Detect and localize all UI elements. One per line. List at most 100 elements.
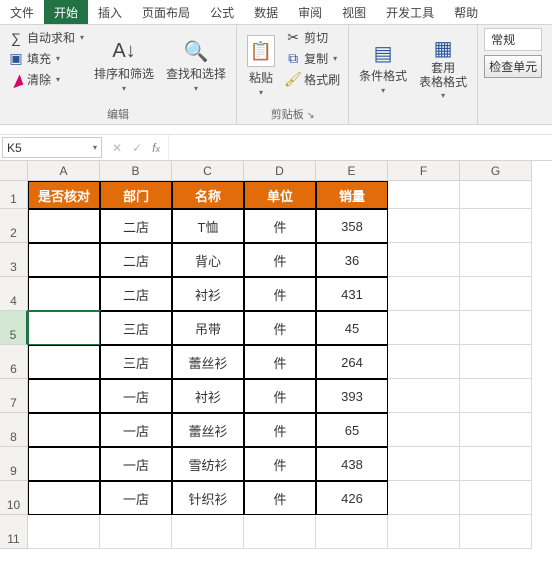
number-format-dropdown[interactable]: 常规 [484,28,542,51]
cell[interactable] [460,345,532,379]
copy-button[interactable]: ⧉ 复制 ▾ [283,49,342,68]
cell[interactable]: 393 [316,379,388,413]
col-header-c[interactable]: C [172,161,244,181]
formula-input[interactable] [168,135,552,160]
table-header[interactable]: 名称 [172,181,244,209]
cell[interactable] [388,515,460,549]
tab-developer[interactable]: 开发工具 [376,0,444,24]
cell[interactable] [460,515,532,549]
cell[interactable]: 件 [244,413,316,447]
row-header[interactable]: 2 [0,209,28,243]
cell[interactable]: 衬衫 [172,379,244,413]
tab-view[interactable]: 视图 [332,0,376,24]
cell[interactable] [388,447,460,481]
cell[interactable] [244,515,316,549]
cell[interactable]: 针织衫 [172,481,244,515]
cell[interactable]: 三店 [100,311,172,345]
find-select-button[interactable]: 🔍 查找和选择 ▾ [162,28,230,104]
cancel-formula-icon[interactable]: ✕ [112,141,122,155]
tab-page-layout[interactable]: 页面布局 [132,0,200,24]
row-header[interactable]: 11 [0,515,28,549]
cell[interactable] [460,243,532,277]
cell[interactable] [460,209,532,243]
cell[interactable]: 二店 [100,209,172,243]
cell[interactable]: 438 [316,447,388,481]
check-cell-button[interactable]: 检查单元 [484,55,542,78]
tab-review[interactable]: 审阅 [288,0,332,24]
row-header[interactable]: 8 [0,413,28,447]
name-box[interactable]: K5 ▾ [2,137,102,158]
cell[interactable]: 二店 [100,243,172,277]
col-header-g[interactable]: G [460,161,532,181]
row-header[interactable]: 5 [0,311,28,345]
autosum-button[interactable]: ∑ 自动求和 ▾ [6,28,86,47]
tab-data[interactable]: 数据 [244,0,288,24]
cell[interactable] [172,515,244,549]
cell[interactable] [460,447,532,481]
cell[interactable]: 蕾丝衫 [172,345,244,379]
cell[interactable]: 一店 [100,413,172,447]
select-all-corner[interactable] [0,161,28,181]
tab-file[interactable]: 文件 [0,0,44,24]
cell[interactable] [28,345,100,379]
cell[interactable]: 件 [244,209,316,243]
fx-icon[interactable]: fx [152,141,160,155]
spreadsheet-grid[interactable]: A B C D E F G 1 是否核对 部门 名称 单位 销量 2二店T恤件3… [0,161,552,549]
row-header[interactable]: 4 [0,277,28,311]
cell[interactable]: 一店 [100,447,172,481]
col-header-e[interactable]: E [316,161,388,181]
cell[interactable]: 件 [244,243,316,277]
cell[interactable]: 件 [244,379,316,413]
cell[interactable] [28,515,100,549]
cell[interactable] [100,515,172,549]
cell[interactable] [388,181,460,209]
cell[interactable] [316,515,388,549]
cell[interactable]: 件 [244,311,316,345]
cell[interactable]: 三店 [100,345,172,379]
row-header[interactable]: 1 [0,181,28,209]
cell[interactable] [388,413,460,447]
cell[interactable]: 一店 [100,481,172,515]
cell[interactable] [28,481,100,515]
paste-button[interactable]: 📋 粘贴 ▾ [243,28,279,104]
cell[interactable]: 件 [244,345,316,379]
row-header[interactable]: 10 [0,481,28,515]
cell[interactable] [28,379,100,413]
tab-help[interactable]: 帮助 [444,0,488,24]
format-painter-button[interactable]: 🖌 格式刷 [283,70,342,89]
cell[interactable] [388,481,460,515]
cell[interactable] [388,243,460,277]
cell[interactable]: 431 [316,277,388,311]
table-header[interactable]: 部门 [100,181,172,209]
row-header[interactable]: 7 [0,379,28,413]
table-format-button[interactable]: ▦ 套用 表格格式 ▾ [415,28,471,108]
cell[interactable] [388,209,460,243]
fill-button[interactable]: ▣ 填充 ▾ [6,49,86,68]
cell[interactable]: 358 [316,209,388,243]
cell[interactable] [388,379,460,413]
row-header[interactable]: 6 [0,345,28,379]
sort-filter-button[interactable]: A↓ 排序和筛选 ▾ [90,28,158,104]
cell[interactable]: 蕾丝衫 [172,413,244,447]
cell[interactable]: 件 [244,447,316,481]
cell[interactable]: 件 [244,277,316,311]
cell[interactable]: 背心 [172,243,244,277]
cell[interactable]: 件 [244,481,316,515]
cell[interactable]: 二店 [100,277,172,311]
cell[interactable]: 426 [316,481,388,515]
tab-insert[interactable]: 插入 [88,0,132,24]
cell[interactable] [460,311,532,345]
cell[interactable] [460,413,532,447]
cell[interactable] [28,243,100,277]
cell[interactable] [28,447,100,481]
cell[interactable] [28,413,100,447]
cell[interactable] [388,345,460,379]
cell[interactable]: 45 [316,311,388,345]
cell[interactable]: 一店 [100,379,172,413]
cell[interactable]: 65 [316,413,388,447]
col-header-d[interactable]: D [244,161,316,181]
cell[interactable] [388,277,460,311]
table-header[interactable]: 销量 [316,181,388,209]
cell[interactable]: 36 [316,243,388,277]
cell[interactable] [28,311,100,345]
